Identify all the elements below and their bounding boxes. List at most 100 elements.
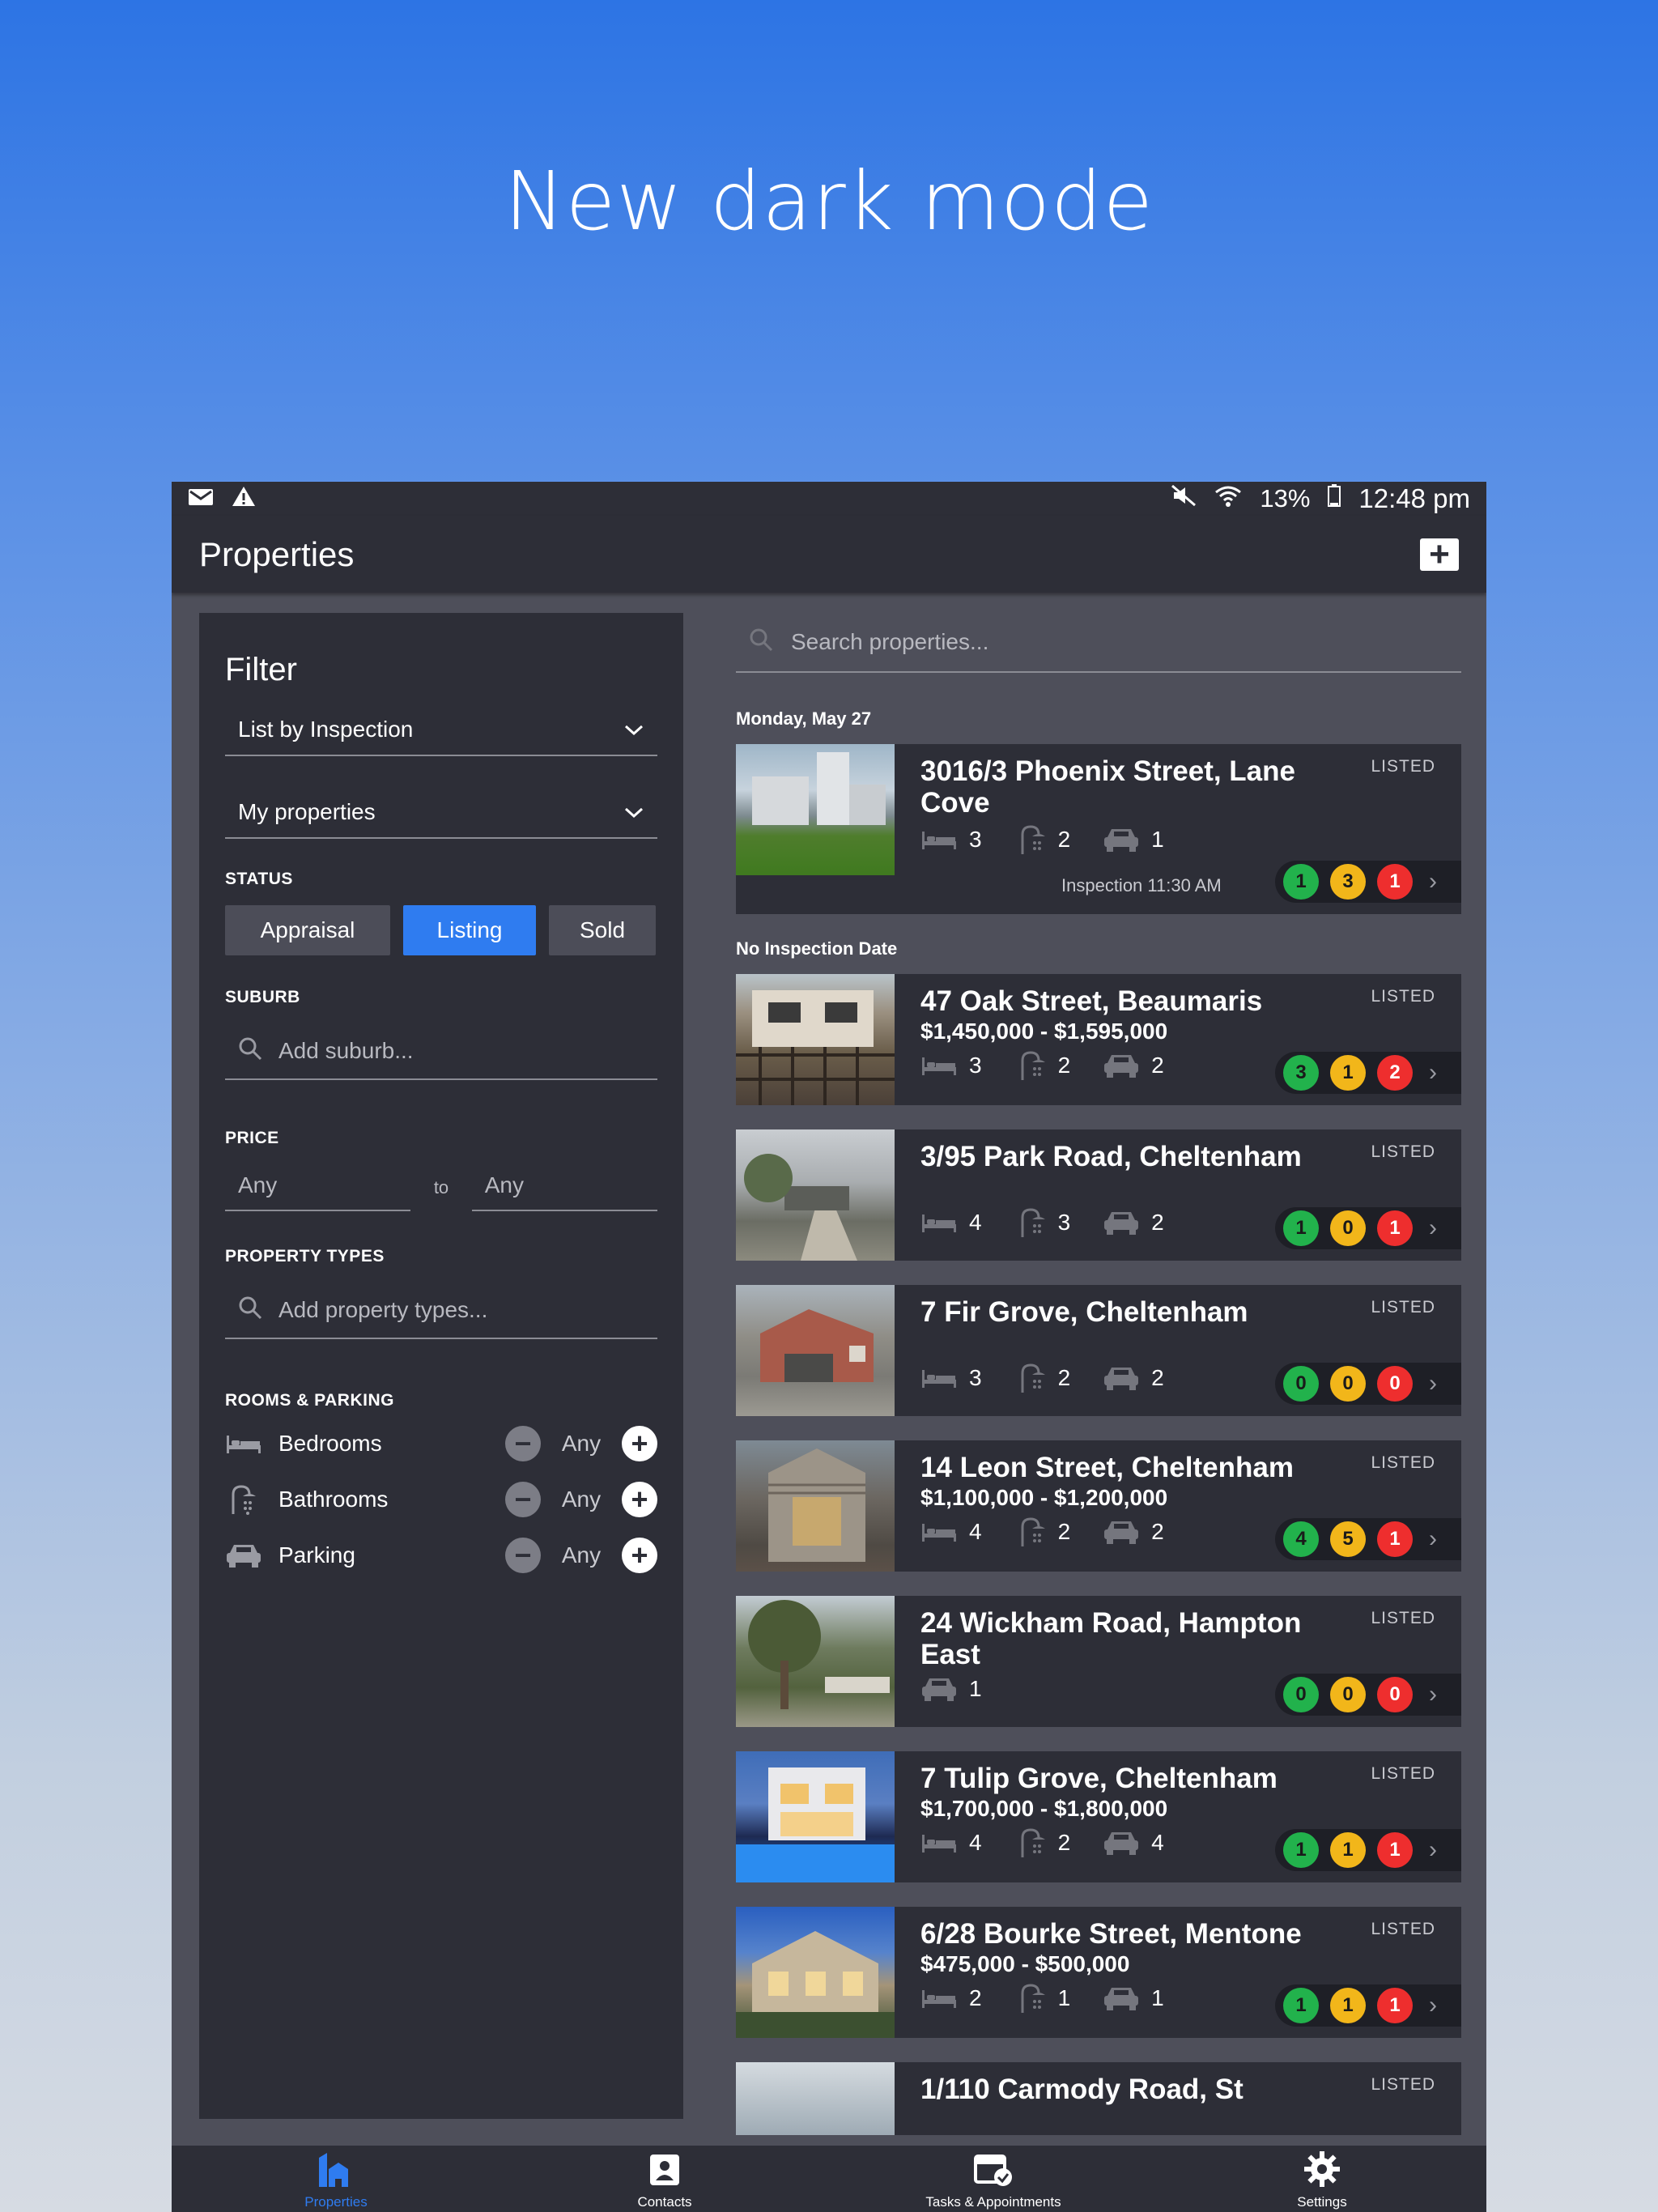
bathrooms-decrement-button[interactable]: −	[505, 1481, 541, 1517]
property-list: Search properties... Monday, May 27 3016…	[736, 613, 1461, 2135]
shower-icon	[1021, 1517, 1045, 1546]
property-photo	[736, 1440, 895, 1572]
bedrooms-increment-button[interactable]: +	[622, 1425, 657, 1461]
sort-select[interactable]: List by Inspection	[225, 704, 657, 756]
parking-decrement-button[interactable]: −	[505, 1537, 541, 1573]
page-headline: New dark mode	[504, 154, 1154, 249]
property-card[interactable]: 24 Wickham Road, Hampton East 1 LISTED 0…	[736, 1596, 1461, 1727]
app-bar: Properties +	[172, 516, 1486, 593]
shower-icon	[1021, 1051, 1045, 1080]
property-card[interactable]: 3/95 Park Road, Cheltenham 4 3 2 LISTED …	[736, 1129, 1461, 1261]
car-icon	[1104, 1988, 1139, 2010]
bed-icon	[922, 1370, 956, 1388]
count-yellow: 0	[1330, 1677, 1366, 1712]
bed-count: 3	[969, 1365, 982, 1390]
status-listing-button[interactable]: Listing	[403, 905, 536, 955]
bath-feature: 3	[1014, 1206, 1070, 1239]
count-red: 2	[1377, 1055, 1413, 1091]
add-property-button[interactable]: +	[1420, 536, 1459, 572]
property-card[interactable]: 7 Tulip Grove, Cheltenham $1,700,000 - $…	[736, 1751, 1461, 1882]
search-placeholder: Search properties...	[791, 629, 989, 654]
car-icon	[225, 1542, 266, 1569]
status-badge: LISTED	[1371, 1142, 1435, 1161]
bedrooms-label: Bedrooms	[278, 1430, 382, 1456]
bedrooms-decrement-button[interactable]: −	[505, 1425, 541, 1461]
parking-row: Parking − Any +	[225, 1527, 657, 1583]
car-count: 1	[969, 1676, 982, 1701]
bed-count: 3	[969, 1053, 982, 1078]
car-count: 1	[1151, 1985, 1164, 2010]
shower-icon	[1021, 1363, 1045, 1393]
bath-count: 1	[1057, 1985, 1071, 2010]
status-appraisal-button[interactable]: Appraisal	[225, 905, 390, 955]
property-title: 24 Wickham Road, Hampton East	[920, 1607, 1302, 1670]
status-sold-button[interactable]: Sold	[549, 905, 656, 955]
bed-icon	[922, 1990, 956, 2008]
bath-feature: 1	[1014, 1982, 1071, 2014]
nav-tasks-appointments[interactable]: Tasks & Appointments	[872, 2151, 1115, 2210]
contacts-icon	[648, 2151, 681, 2191]
bathrooms-label: Bathrooms	[278, 1486, 389, 1512]
owner-select-value: My properties	[238, 799, 376, 824]
status-badge: LISTED	[1371, 1298, 1435, 1317]
nav-settings[interactable]: Settings	[1201, 2151, 1443, 2210]
count-green: 4	[1283, 1521, 1319, 1557]
status-segmented: Appraisal Listing Sold	[225, 905, 657, 955]
bed-count: 3	[969, 827, 982, 852]
group-label-monday: Monday, May 27	[736, 708, 872, 729]
car-feature: 2	[1103, 1518, 1164, 1546]
count-yellow: 1	[1330, 1988, 1366, 2023]
bathrooms-increment-button[interactable]: +	[622, 1481, 657, 1517]
property-photo	[736, 744, 895, 875]
car-count: 2	[1151, 1519, 1164, 1544]
price-max-input[interactable]: Any	[471, 1164, 657, 1211]
price-min-input[interactable]: Any	[225, 1164, 411, 1211]
count-red: 0	[1377, 1677, 1413, 1712]
bedrooms-row: Bedrooms − Any +	[225, 1415, 657, 1471]
contact-counts: 1 3 1 ›	[1275, 861, 1461, 903]
parking-increment-button[interactable]: +	[622, 1537, 657, 1573]
chevron-right-icon: ›	[1429, 1681, 1437, 1708]
property-card[interactable]: 7 Fir Grove, Cheltenham 3 2 2 LISTED 0 0…	[736, 1285, 1461, 1416]
property-price: $475,000 - $500,000	[920, 1951, 1130, 1976]
price-label: PRICE	[225, 1129, 279, 1147]
bathrooms-value: Any	[561, 1486, 602, 1512]
chevron-right-icon: ›	[1429, 1370, 1437, 1397]
count-red: 1	[1377, 1521, 1413, 1557]
bed-feature: 4	[920, 1830, 982, 1856]
chevron-right-icon: ›	[1429, 1214, 1437, 1241]
bath-feature: 2	[1014, 823, 1070, 856]
property-card[interactable]: 6/28 Bourke Street, Mentone $475,000 - $…	[736, 1907, 1461, 2038]
nav-contacts[interactable]: Contacts	[543, 2151, 786, 2210]
car-count: 1	[1151, 827, 1164, 852]
property-card[interactable]: 47 Oak Street, Beaumaris $1,450,000 - $1…	[736, 974, 1461, 1105]
nav-label: Properties	[304, 2194, 368, 2210]
nav-properties[interactable]: Properties	[215, 2151, 457, 2210]
bath-count: 2	[1057, 1053, 1071, 1078]
property-search-input[interactable]: Search properties...	[736, 613, 1461, 673]
nav-label: Tasks & Appointments	[925, 2194, 1061, 2210]
bed-icon	[922, 1524, 956, 1542]
property-card[interactable]: 1/110 Carmody Road, St LISTED	[736, 2062, 1461, 2135]
car-count: 2	[1151, 1053, 1164, 1078]
suburb-placeholder: Add suburb...	[278, 1038, 414, 1063]
car-icon	[1104, 829, 1139, 852]
search-icon	[749, 627, 773, 657]
bath-count: 2	[1057, 1519, 1071, 1544]
price-range: Any to Any	[225, 1164, 657, 1211]
shower-icon	[1021, 1208, 1045, 1237]
property-title: 7 Tulip Grove, Cheltenham	[920, 1763, 1278, 1794]
contact-counts: 3 1 2 ›	[1275, 1052, 1461, 1094]
car-feature: 1	[1103, 1984, 1164, 2012]
owner-select[interactable]: My properties	[225, 787, 657, 839]
contact-counts: 4 5 1 ›	[1275, 1518, 1461, 1560]
property-card[interactable]: 3016/3 Phoenix Street, Lane Cove 3 2 1 L…	[736, 744, 1461, 914]
battery-level: 13%	[1260, 484, 1311, 513]
bath-feature: 2	[1014, 1362, 1070, 1394]
suburb-input[interactable]: Add suburb...	[225, 1023, 657, 1080]
properties-icon	[316, 2151, 356, 2191]
property-title: 3016/3 Phoenix Street, Lane Cove	[920, 755, 1295, 819]
property-card[interactable]: 14 Leon Street, Cheltenham $1,100,000 - …	[736, 1440, 1461, 1572]
property-types-input[interactable]: Add property types...	[225, 1283, 657, 1339]
status-badge: LISTED	[1371, 1920, 1435, 1938]
